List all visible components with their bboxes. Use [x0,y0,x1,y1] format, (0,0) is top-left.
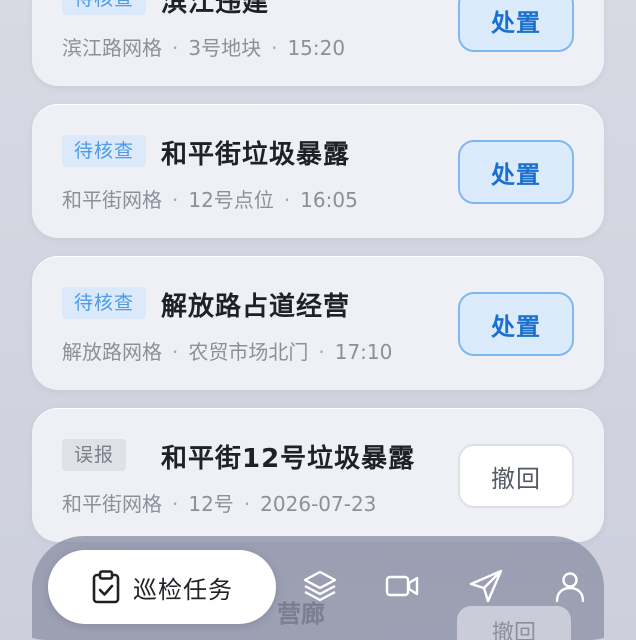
task-title: 滨江违建 [161,0,270,18]
task-grid: 和平街网格 [62,188,162,212]
task-card[interactable]: 待核查 和平街垃圾暴露 和平街网格 · 12号点位 · 16:05 处置 [32,104,604,238]
layers-icon [303,570,337,602]
task-location: 12号 [188,492,234,516]
task-title: 解放路占道经营 [161,292,351,322]
tab-layers[interactable] [300,566,340,606]
status-badge: 待核查 [62,287,147,319]
task-grid: 解放路网格 [62,340,162,364]
task-title: 和平街12号垃圾暴露 [161,444,416,474]
user-icon [555,572,585,603]
tab-label: 巡检任务 [133,575,233,604]
task-card[interactable]: 误报 和平街12号垃圾暴露 和平街网格 · 12号 · 2026-07-23 撤回 [32,408,604,542]
task-date: 2026-07-23 [260,492,377,516]
task-meta: 和平街网格 · 12号点位 · 16:05 [62,188,358,212]
task-grid: 和平街网格 [62,492,162,516]
clipboard-check-icon [92,570,120,604]
bottom-tab-bar: 营廊 撤回 巡检任务 [32,536,604,640]
task-time: 17:10 [334,340,393,364]
handle-button[interactable]: 处置 [458,0,574,52]
task-location: 3号地块 [188,36,262,60]
task-time: 16:05 [300,188,358,212]
task-time: 15:20 [287,36,346,60]
task-grid: 滨江路网格 [62,36,162,60]
obscured-withdraw-button: 撤回 [457,606,571,640]
withdraw-button[interactable]: 撤回 [458,444,574,508]
tab-video[interactable] [382,566,422,606]
task-card[interactable]: 待核查 滨江违建 滨江路网格·3号地块·15:20 处置 [32,0,604,86]
handle-button[interactable]: 处置 [458,140,574,204]
send-icon [469,569,503,603]
tab-profile[interactable] [550,566,590,606]
tab-send[interactable] [466,566,506,606]
status-badge: 待核查 [62,135,147,167]
video-camera-icon [385,575,419,597]
task-location: 12号点位 [188,188,274,212]
task-location: 农贸市场北门 [188,340,309,364]
task-title: 和平街垃圾暴露 [161,140,351,170]
task-meta: 滨江路网格 · 3号地块 · 15:20 [62,36,346,60]
task-meta: 解放路网格 · 农贸市场北门 · 17:10 [62,340,393,364]
task-card[interactable]: 待核查 解放路占道经营 解放路网格 · 农贸市场北门 · 17:10 处置 [32,256,604,390]
task-meta: 和平街网格 · 12号 · 2026-07-23 [62,492,377,516]
status-badge: 待核查 [62,0,147,15]
status-badge: 误报 [62,439,127,471]
handle-button[interactable]: 处置 [458,292,574,356]
tab-inspection-tasks[interactable]: 巡检任务 [48,550,276,624]
task-list-screen: 待核查 滨江违建 滨江路网格·3号地块·15:20 处置 待核查 和平街垃圾暴露… [0,0,636,640]
